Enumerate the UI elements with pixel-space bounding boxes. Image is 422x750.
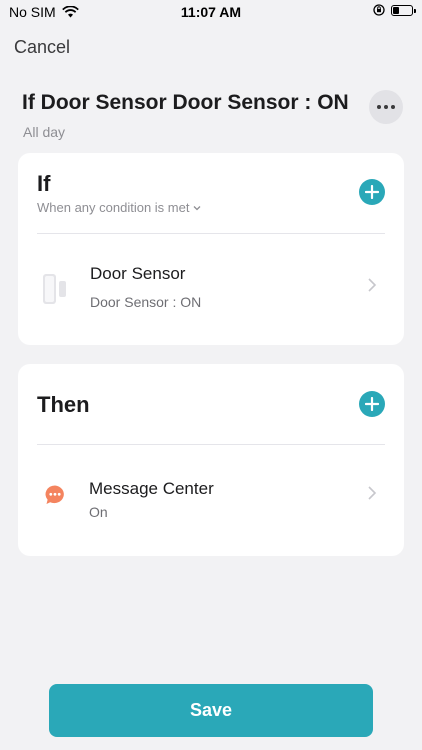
add-action-button[interactable]: [359, 391, 385, 417]
chevron-right-icon: [368, 486, 377, 500]
action-row[interactable]: Message Center On: [18, 446, 404, 536]
status-bar: No SIM 11:07 AM: [0, 0, 422, 24]
divider: [37, 444, 385, 445]
action-title: Message Center: [89, 479, 214, 498]
plus-icon: [365, 185, 379, 199]
if-card: If When any condition is met Door Sensor…: [18, 153, 404, 345]
more-button[interactable]: [369, 90, 403, 124]
then-heading: Then: [37, 392, 90, 417]
condition-title: Door Sensor: [90, 264, 186, 283]
door-sensor-icon: [43, 274, 66, 304]
then-card: Then Message Center On: [18, 364, 404, 556]
more-horizontal-icon: [377, 105, 381, 109]
cancel-button[interactable]: Cancel: [14, 37, 70, 58]
battery-icon: [391, 4, 416, 16]
divider: [37, 233, 385, 234]
status-right: [373, 4, 416, 16]
condition-subtitle: Door Sensor : ON: [90, 294, 202, 310]
message-center-icon: [45, 485, 64, 504]
condition-row[interactable]: Door Sensor Door Sensor : ON: [18, 235, 404, 325]
orientation-lock-icon: [373, 4, 385, 16]
add-condition-button[interactable]: [359, 179, 385, 205]
condition-mode-selector[interactable]: When any condition is met: [37, 200, 201, 215]
page-title: If Door Sensor Door Sensor : ON: [22, 91, 349, 114]
if-heading: If: [37, 171, 51, 196]
condition-mode-label: When any condition is met: [37, 200, 190, 215]
save-button[interactable]: Save: [49, 684, 373, 737]
plus-icon: [365, 397, 379, 411]
chevron-down-icon: [194, 205, 201, 210]
action-subtitle: On: [89, 504, 108, 520]
chevron-right-icon: [368, 278, 377, 292]
battery-level: [393, 6, 399, 14]
schedule-label[interactable]: All day: [23, 124, 65, 140]
status-time: 11:07 AM: [180, 4, 242, 20]
